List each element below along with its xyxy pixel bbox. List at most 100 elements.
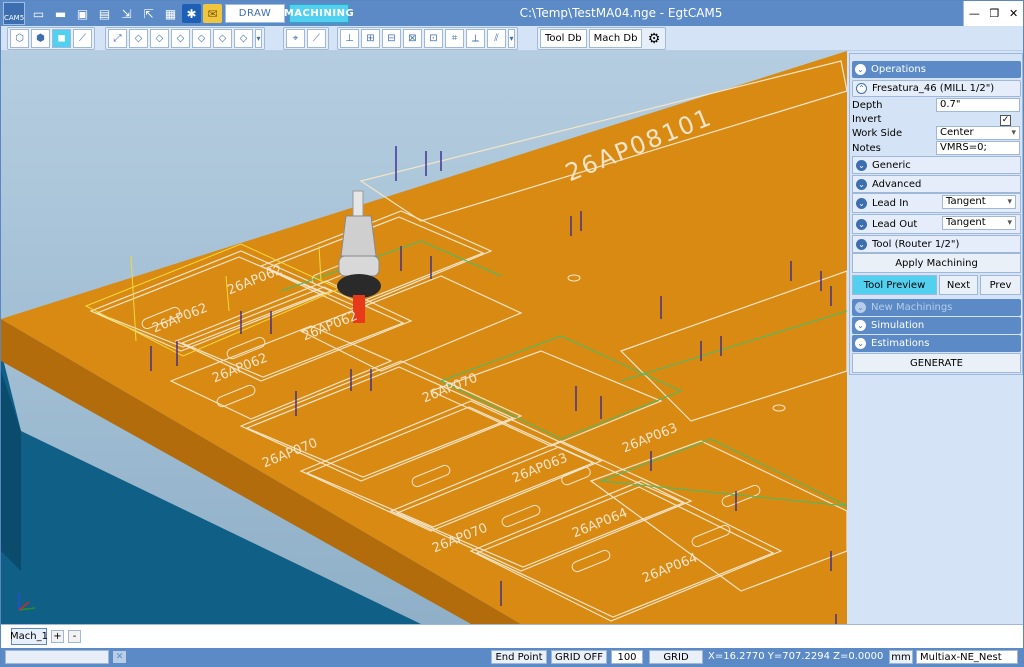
work-side-label: Work Side xyxy=(852,128,903,139)
new-file-icon[interactable]: ▭ xyxy=(29,4,48,23)
current-operation-header[interactable]: ⌃ Fresatura_46 (MILL 1/2") xyxy=(852,80,1021,97)
minimize-button[interactable]: — xyxy=(969,7,980,20)
view-front-icon[interactable]: ◇ xyxy=(150,29,169,48)
chevron-down-icon: ⌄ xyxy=(855,320,866,331)
mach-db-button[interactable]: Mach Db xyxy=(588,29,643,48)
work-side-select[interactable]: Center xyxy=(936,126,1020,140)
depth-field[interactable]: 0.7" xyxy=(936,98,1020,112)
lead-in-select[interactable]: Tangent xyxy=(942,195,1016,209)
tab-machining[interactable]: MACHINING xyxy=(284,4,354,23)
estimations-header[interactable]: ⌄ Estimations xyxy=(852,335,1021,352)
machine-select[interactable]: Multiax-NE_Nest xyxy=(916,650,1018,664)
view-left-icon[interactable]: ◇ xyxy=(213,29,232,48)
zoom-all-icon[interactable]: ⤢ xyxy=(108,29,127,48)
views-more-icon[interactable]: ▾ xyxy=(255,29,262,48)
measure-group: ⌖ ⟋ xyxy=(283,27,329,50)
chevron-down-icon: ⌄ xyxy=(855,338,866,349)
lead-out-select[interactable]: Tangent xyxy=(942,216,1016,230)
save-as-icon[interactable]: ▤ xyxy=(95,4,114,23)
invert-checkbox[interactable]: ✓ xyxy=(1000,115,1011,126)
3d-viewport[interactable]: 26AP08101 26AP062 26AP062 26AP062 26AP06… xyxy=(1,51,847,624)
ops-more-icon[interactable]: ▾ xyxy=(508,29,515,48)
status-bar: ✕ End Point GRID OFF 100 GRID X=16.2770 … xyxy=(1,648,1023,667)
window-title: C:\Temp\TestMA04.nge - EgtCAM5 xyxy=(519,6,723,20)
prev-button[interactable]: Prev xyxy=(980,275,1021,295)
axis-triad-icon xyxy=(18,593,36,611)
depth-label: Depth xyxy=(852,100,883,111)
next-button[interactable]: Next xyxy=(939,275,978,295)
title-bar: CAM5 ▭ ▬ ▣ ▤ ⇲ ⇱ ▦ ✱ ✉ DRAW MACHINING C:… xyxy=(1,1,1023,26)
lead-in-section[interactable]: ⌄ Lead In Tangent xyxy=(852,193,1021,213)
drilling-icon[interactable]: ⊥ xyxy=(340,29,359,48)
view-back-icon[interactable]: ◇ xyxy=(234,29,253,48)
command-input[interactable] xyxy=(5,650,109,664)
notes-field[interactable]: VMRS=0; xyxy=(936,141,1020,155)
grid-step-field[interactable]: 100 xyxy=(611,650,643,664)
end-point-snap-button[interactable]: End Point xyxy=(491,650,547,664)
units-button[interactable]: mm xyxy=(889,650,913,664)
remove-machining-tab-button[interactable]: - xyxy=(68,630,81,643)
chevron-down-icon: ⌄ xyxy=(855,64,866,75)
operations-header[interactable]: ⌄ Operations xyxy=(852,61,1021,78)
section-view-icon[interactable]: ⟋ xyxy=(73,29,92,48)
save-icon[interactable]: ▣ xyxy=(73,4,92,23)
sawing-icon[interactable]: ⊠ xyxy=(403,29,422,48)
machine-settings-gear-icon[interactable]: ⚙ xyxy=(644,29,663,48)
export-icon[interactable]: ⇱ xyxy=(139,4,158,23)
grid-button[interactable]: GRID xyxy=(649,650,703,664)
tab-draw[interactable]: DRAW xyxy=(225,4,285,23)
print-icon[interactable]: ▦ xyxy=(161,4,180,23)
generate-button[interactable]: GENERATE xyxy=(852,353,1021,373)
tab-mach-1[interactable]: Mach_1 xyxy=(10,628,48,645)
standard-views-group: ⤢ ◇ ◇ ◇ ◇ ◇ ◇ ▾ xyxy=(105,27,265,50)
shaded-view-icon[interactable]: ◼ xyxy=(52,29,71,48)
tool-preview-button[interactable]: Tool Preview xyxy=(852,275,937,295)
view-iso-icon[interactable]: ◇ xyxy=(129,29,148,48)
engraving-icon[interactable]: ⌗ xyxy=(445,29,464,48)
pocketing-icon[interactable]: ⊟ xyxy=(382,29,401,48)
view-right-icon[interactable]: ◇ xyxy=(171,29,190,48)
clear-command-icon[interactable]: ✕ xyxy=(113,651,126,663)
chevron-up-icon: ⌃ xyxy=(856,83,867,94)
generic-section[interactable]: ⌄ Generic xyxy=(852,156,1021,174)
mail-icon[interactable]: ✉ xyxy=(203,4,222,23)
pick-point-icon[interactable]: ⌖ xyxy=(286,29,305,48)
chevron-down-icon: ⌄ xyxy=(856,238,867,250)
advanced-section[interactable]: ⌄ Advanced xyxy=(852,175,1021,193)
chevron-down-icon: ⌄ xyxy=(856,178,867,190)
machining-ops-group: ⊥ ⊞ ⊟ ⊠ ⊡ ⌗ ⟂ ⫽ ▾ xyxy=(337,27,518,50)
tool-db-button[interactable]: Tool Db xyxy=(540,29,587,48)
measure-icon[interactable]: ⟋ xyxy=(307,29,326,48)
cursor-coordinates: X=16.2770 Y=707.2294 Z=0.0000 xyxy=(708,651,884,662)
view-style-group: ⬡ ⬢ ◼ ⟋ xyxy=(7,27,95,50)
milling-icon[interactable]: ⊞ xyxy=(361,29,380,48)
chevron-down-icon: ⌄ xyxy=(856,159,867,171)
surfacing-icon[interactable]: ⟂ xyxy=(466,29,485,48)
scene-canvas xyxy=(1,51,847,624)
wireframe-view-icon[interactable]: ⬡ xyxy=(10,29,29,48)
apply-machining-button[interactable]: Apply Machining xyxy=(852,253,1021,273)
maximize-button[interactable]: ❐ xyxy=(989,7,999,20)
add-machining-tab-button[interactable]: + xyxy=(51,630,64,643)
app-logo-icon[interactable]: CAM5 xyxy=(3,2,25,25)
settings-gear-icon[interactable]: ✱ xyxy=(182,4,201,23)
chevron-down-icon: ⌄ xyxy=(856,197,867,209)
open-folder-icon[interactable]: ▬ xyxy=(51,4,70,23)
new-machinings-header: ⌄ New Machinings xyxy=(852,299,1021,316)
machining-tabs-bar: Mach_1 + - xyxy=(1,624,1023,648)
database-group: Tool Db Mach Db ⚙ xyxy=(537,27,667,50)
view-top-icon[interactable]: ◇ xyxy=(192,29,211,48)
nesting-icon[interactable]: ⫽ xyxy=(487,29,506,48)
contouring-icon[interactable]: ⊡ xyxy=(424,29,443,48)
lead-out-section[interactable]: ⌄ Lead Out Tangent xyxy=(852,214,1021,234)
app-window: CAM5 ▭ ▬ ▣ ▤ ⇲ ⇱ ▦ ✱ ✉ DRAW MACHINING C:… xyxy=(0,0,1024,667)
simulation-header[interactable]: ⌄ Simulation xyxy=(852,317,1021,334)
close-button[interactable]: ✕ xyxy=(1009,7,1018,20)
chevron-down-icon: ⌄ xyxy=(855,302,866,313)
grid-off-button[interactable]: GRID OFF xyxy=(551,650,607,664)
import-icon[interactable]: ⇲ xyxy=(117,4,136,23)
chevron-down-icon: ⌄ xyxy=(856,218,867,230)
tool-section[interactable]: ⌄ Tool (Router 1/2") xyxy=(852,235,1021,253)
hidden-line-view-icon[interactable]: ⬢ xyxy=(31,29,50,48)
toolbar: ⬡ ⬢ ◼ ⟋ ⤢ ◇ ◇ ◇ ◇ ◇ ◇ ▾ ⌖ ⟋ ⊥ ⊞ ⊟ ⊠ ⊡ ⌗ … xyxy=(1,26,1023,51)
